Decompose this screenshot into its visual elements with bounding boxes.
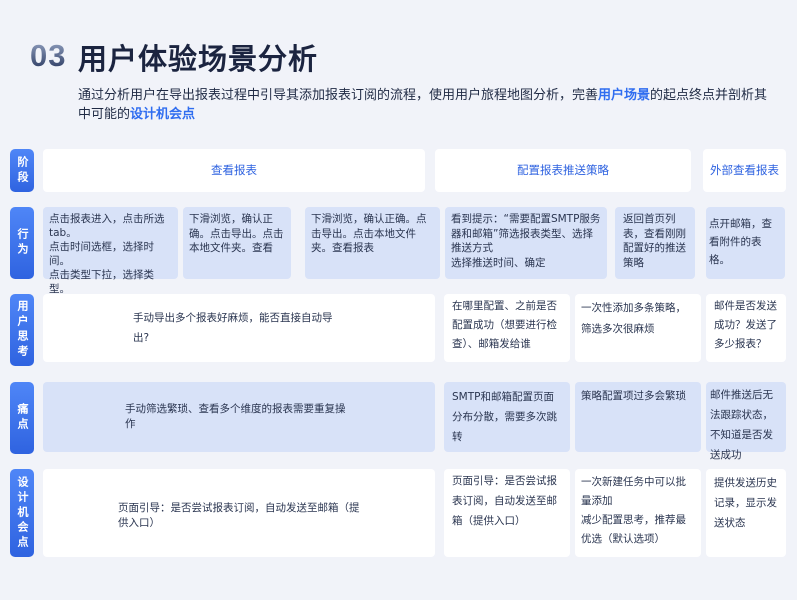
action-card: 下滑浏览，确认正确。点击导出。点击本地文件夹。查看 — [183, 207, 291, 279]
action-card: 点开邮箱，查看附件的表格。 — [706, 207, 785, 279]
opportunity-card: 页面引导：是否尝试报表订阅，自动发送至邮箱（提供入口） — [444, 469, 570, 557]
intro-text: 通过分析用户在导出报表过程中引导其添加报表订阅的流程，使用用户旅程地图分析，完善… — [78, 88, 768, 122]
row-label-opportunity: 设计机会点 — [10, 469, 34, 557]
row-label-stage: 阶段 — [10, 149, 34, 192]
row-label-pain: 痛点 — [10, 382, 34, 454]
opportunity-card: 提供发送历史记录，显示发送状态 — [706, 469, 786, 557]
stage-configure-push: 配置报表推送策略 — [435, 149, 691, 192]
section-number: 03 — [30, 38, 67, 73]
action-card: 看到提示：“需要配置SMTP服务器和邮箱”筛选报表类型、选择推送方式 选择推送时… — [445, 207, 607, 279]
row-label-think: 用户思考 — [10, 294, 34, 366]
thought-card: 一次性添加多条策略，筛选多次很麻烦 — [575, 294, 701, 362]
highlight-design-opportunity: 设计机会点 — [130, 107, 196, 122]
highlight-user-scenario: 用户场景 — [598, 88, 651, 103]
page-title: 用户体验场景分析 — [78, 42, 319, 76]
thought-card: 邮件是否发送成功？发送了多少报表？ — [706, 294, 786, 362]
thought-card: 手动导出多个报表好麻烦，能否直接自动导出? — [43, 294, 435, 362]
thought-card: 在哪里配置、之前是否配置成功（想要进行检查）、邮箱发给谁 — [444, 294, 570, 362]
pain-card: 手动筛选繁琐、查看多个维度的报表需要重复操作 — [43, 382, 435, 452]
pain-card: SMTP和邮箱配置页面分布分散，需要多次跳转 — [444, 382, 570, 452]
opportunity-card: 一次新建任务中可以批量添加 减少配置思考，推荐最优选（默认选项） — [575, 469, 701, 557]
stage-view-report: 查看报表 — [43, 149, 425, 192]
pain-card: 邮件推送后无法跟踪状态，不知道是否发送成功 — [706, 382, 786, 461]
action-card: 点击报表进入，点击所选tab。 点击时间选框，选择时间。 点击类型下拉，选择类型… — [43, 207, 178, 295]
stage-external-view: 外部查看报表 — [703, 149, 786, 192]
action-card: 返回首页列表，查看刚刚配置好的推送策略 — [615, 207, 695, 279]
row-label-action: 行为 — [10, 207, 34, 279]
pain-card: 策略配置项过多会繁琐 — [575, 382, 701, 452]
action-card: 下滑浏览，确认正确。点击导出。点击本地文件夹。查看报表 — [305, 207, 440, 279]
opportunity-card: 页面引导：是否尝试报表订阅，自动发送至邮箱（提供入口） — [43, 469, 435, 557]
